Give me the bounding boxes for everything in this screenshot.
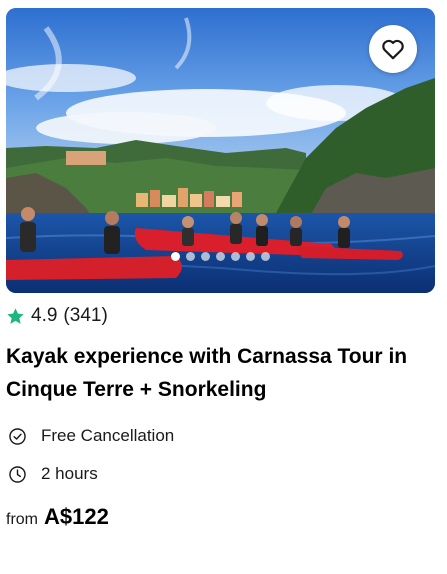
review-count: (341) [63,305,108,326]
clock-icon [9,465,26,483]
feature-free-cancellation: Free Cancellation [8,424,174,448]
rating-score: 4.9 [31,305,58,326]
feature-duration: 2 hours [8,462,98,486]
star-icon [7,307,24,324]
price-prefix: from [6,511,38,528]
carousel-dot[interactable] [216,252,225,261]
check-circle-icon [9,427,26,445]
carousel-dots [6,252,435,264]
add-to-wishlist-button[interactable] [369,25,417,73]
price-amount: A$122 [44,504,109,529]
feature-label: Free Cancellation [41,426,175,445]
activity-card[interactable]: 4.9 (341) Kayak experience with Carnassa… [0,0,447,574]
rating: 4.9 (341) [6,304,108,328]
carousel-dot[interactable] [246,252,255,261]
activity-title[interactable]: Kayak experience with Carnassa Tour in C… [6,340,442,406]
carousel-dot[interactable] [201,252,210,261]
carousel-dot[interactable] [171,252,180,261]
feature-label: 2 hours [41,464,98,483]
price: from A$122 [6,504,109,534]
carousel-dot[interactable] [261,252,270,261]
carousel-dot[interactable] [231,252,240,261]
carousel-dot[interactable] [186,252,195,261]
heart-outline-icon [382,39,404,60]
